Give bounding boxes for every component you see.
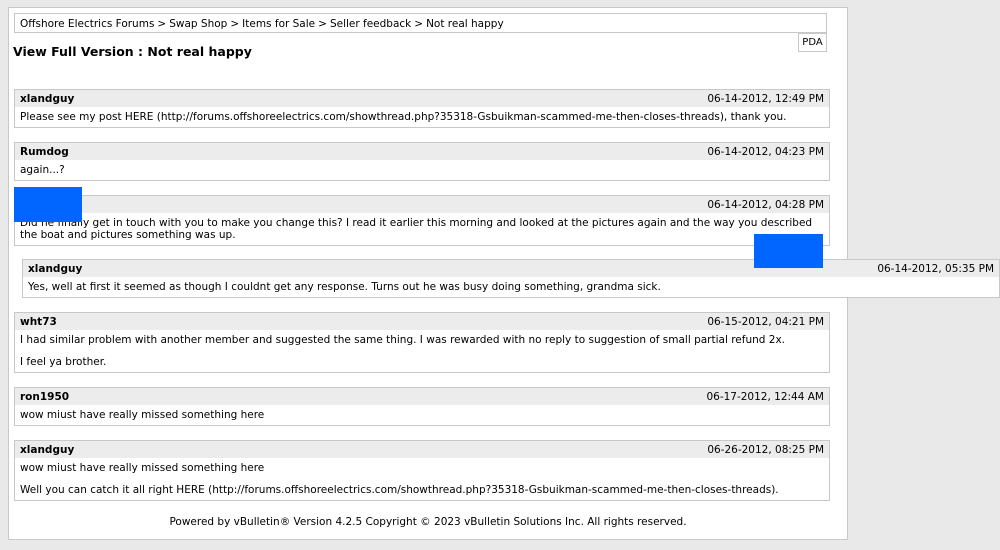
- post-author: ron1950: [20, 391, 70, 403]
- post-body: wow miust have really missed something h…: [15, 458, 829, 500]
- post-body: Did he finally get in touch with you to …: [15, 213, 829, 245]
- post-text: I had similar problem with another membe…: [20, 334, 786, 346]
- post-header: ron1950 06-17-2012, 12:44 AM: [15, 388, 829, 405]
- post-header: xlandguy 06-26-2012, 08:25 PM: [15, 441, 829, 458]
- post: xlandguy 06-14-2012, 12:49 PM Please see…: [14, 89, 830, 128]
- breadcrumb-separator: >: [414, 18, 424, 30]
- post-date: 06-15-2012, 04:21 PM: [707, 316, 824, 328]
- post-date: 06-14-2012, 05:35 PM: [877, 263, 994, 275]
- breadcrumb-link-items-for-sale[interactable]: Items for Sale: [242, 18, 315, 30]
- post-body: again...?: [15, 160, 829, 180]
- post-date: 06-14-2012, 12:49 PM: [707, 93, 824, 105]
- post-text: wow miust have really missed something h…: [20, 462, 265, 474]
- post-header: xlandguy 06-14-2012, 05:35 PM: [23, 260, 999, 277]
- post-text: I feel ya brother.: [20, 356, 107, 368]
- post-author: xlandguy: [20, 444, 75, 456]
- post-author: xlandguy: [28, 263, 83, 275]
- post-date: 06-26-2012, 08:25 PM: [707, 444, 824, 456]
- post-text: Yes, well at first it seemed as though I…: [28, 281, 661, 293]
- post-text: Did he finally get in touch with you to …: [20, 217, 813, 241]
- post-header: xlandguy 06-14-2012, 12:49 PM: [15, 90, 829, 107]
- footer-copyright: Powered by vBulletin® Version 4.2.5 Copy…: [169, 516, 687, 528]
- post-text: Well you can catch it all right HERE (ht…: [20, 484, 779, 496]
- breadcrumb-separator: >: [157, 18, 167, 30]
- post: ron1950 06-17-2012, 12:44 AM wow miust h…: [14, 387, 830, 426]
- pda-button[interactable]: PDA: [798, 33, 827, 52]
- page-title: View Full Version : Not real happy: [13, 44, 252, 59]
- breadcrumb-current: Not real happy: [426, 18, 504, 30]
- post-date: 06-14-2012, 04:23 PM: [707, 146, 824, 158]
- breadcrumb-link-forum-home[interactable]: Offshore Electrics Forums: [20, 18, 154, 30]
- post-body: wow miust have really missed something h…: [15, 405, 829, 425]
- post: 06-14-2012, 04:28 PM Did he finally get …: [14, 195, 830, 246]
- breadcrumb-link-swap-shop[interactable]: Swap Shop: [169, 18, 227, 30]
- post-body: I had similar problem with another membe…: [15, 330, 829, 372]
- post-header: wht73 06-15-2012, 04:21 PM: [15, 313, 829, 330]
- redaction-box: [754, 234, 823, 268]
- post-header: Rumdog 06-14-2012, 04:23 PM: [15, 143, 829, 160]
- post-text: again...?: [20, 164, 65, 176]
- redaction-box: [14, 187, 82, 222]
- post-body: Yes, well at first it seemed as though I…: [23, 277, 999, 297]
- post-body: Please see my post HERE (http://forums.o…: [15, 107, 829, 127]
- post: wht73 06-15-2012, 04:21 PM I had similar…: [14, 312, 830, 373]
- post: Rumdog 06-14-2012, 04:23 PM again...?: [14, 142, 830, 181]
- post: xlandguy 06-26-2012, 08:25 PM wow miust …: [14, 440, 830, 501]
- post: xlandguy 06-14-2012, 05:35 PM Yes, well …: [22, 259, 1000, 298]
- breadcrumb-separator: >: [318, 18, 327, 30]
- post-text: Please see my post HERE (http://forums.o…: [20, 111, 787, 123]
- breadcrumb-separator: >: [230, 18, 240, 30]
- post-author: xlandguy: [20, 93, 75, 105]
- post-author: Rumdog: [20, 146, 69, 158]
- post-date: 06-17-2012, 12:44 AM: [706, 391, 824, 403]
- breadcrumb: Offshore Electrics Forums > Swap Shop > Item…: [14, 13, 827, 33]
- breadcrumb-link-seller-feedback[interactable]: Seller feedback: [330, 18, 411, 30]
- post-text: wow miust have really missed something h…: [20, 409, 265, 421]
- post-author: wht73: [20, 316, 57, 328]
- post-date: 06-14-2012, 04:28 PM: [707, 199, 824, 211]
- post-header: 06-14-2012, 04:28 PM: [15, 196, 829, 213]
